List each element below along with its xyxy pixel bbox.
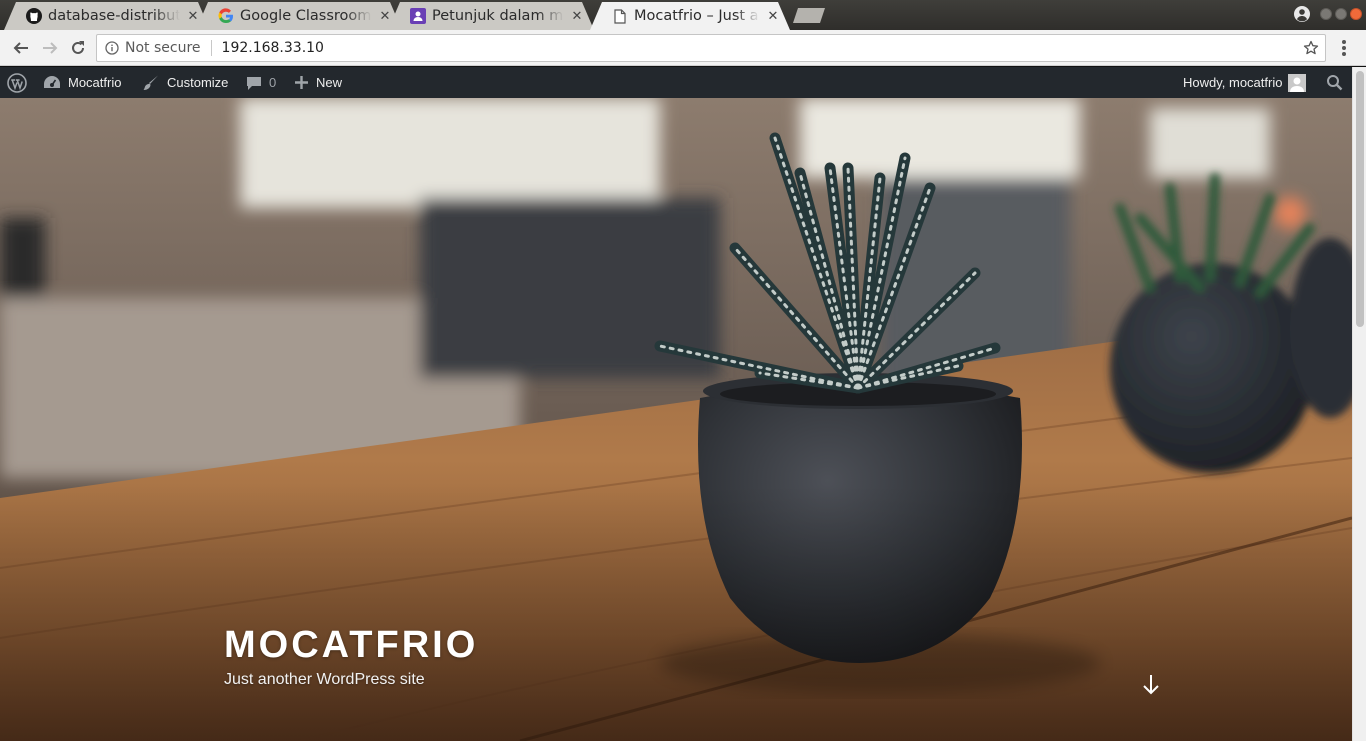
browser-toolbar: Not secure 192.168.33.10 — [0, 30, 1366, 66]
close-icon[interactable]: ✕ — [766, 9, 780, 24]
url-text[interactable]: 192.168.33.10 — [222, 40, 324, 56]
back-button[interactable] — [11, 38, 31, 58]
new-content-menu[interactable]: New — [294, 67, 342, 98]
info-icon[interactable] — [105, 41, 119, 55]
wordpress-logo-button[interactable] — [7, 67, 27, 98]
tab-title: Petunjuk dalam menggunakan — [432, 8, 564, 24]
security-label[interactable]: Not secure — [125, 40, 201, 56]
divider — [210, 40, 212, 56]
reload-icon — [72, 41, 84, 54]
arrow-down-icon[interactable] — [1141, 674, 1161, 696]
arrow-left-icon — [13, 42, 28, 54]
new-tab-button[interactable] — [793, 8, 825, 23]
paintbrush-icon — [143, 75, 158, 90]
site-name-label: Mocatfrio — [68, 75, 122, 90]
my-account-menu[interactable]: Howdy, mocatfrio — [1183, 67, 1307, 98]
tab-mocatfrio[interactable]: Mocatfrio – Just another WordPress site … — [590, 2, 790, 30]
page-icon — [612, 8, 628, 24]
plus-icon — [295, 76, 308, 89]
customize-link[interactable]: Customize — [142, 67, 228, 98]
browser-menu-icon[interactable] — [1336, 39, 1352, 57]
google-icon — [218, 8, 234, 24]
address-bar[interactable]: Not secure 192.168.33.10 — [96, 34, 1326, 62]
wp-admin-bar: Mocatfrio Customize 0 New Howdy, mocatfr… — [0, 67, 1366, 98]
comment-icon — [247, 76, 261, 90]
tab-google-classroom[interactable]: Google Classroom | Google ✕ — [196, 2, 402, 30]
close-icon[interactable]: ✕ — [186, 9, 200, 24]
github-icon — [26, 8, 42, 24]
search-icon — [1327, 75, 1343, 91]
tab-github[interactable]: database-distributed ✕ — [4, 2, 210, 30]
close-icon[interactable]: ✕ — [570, 9, 584, 24]
classroom-icon — [410, 8, 426, 24]
tab-petunjuk[interactable]: Petunjuk dalam menggunakan ✕ — [388, 2, 594, 30]
comments-link[interactable]: 0 — [246, 67, 276, 98]
profile-icon[interactable] — [1294, 6, 1310, 22]
tab-title: database-distributed — [48, 8, 180, 24]
wordpress-icon — [7, 72, 27, 93]
dashboard-icon — [44, 75, 60, 88]
avatar — [1288, 73, 1307, 92]
tab-title: Mocatfrio – Just another WordPress site — [634, 8, 760, 24]
page-scrollbar[interactable] — [1352, 67, 1366, 741]
tab-strip: database-distributed ✕ Google Classroom … — [0, 0, 1366, 30]
close-icon[interactable]: ✕ — [378, 9, 392, 24]
new-label: New — [316, 75, 343, 90]
scrollbar-thumb[interactable] — [1356, 71, 1364, 327]
arrow-right-icon — [43, 42, 58, 54]
site-title[interactable]: MOCATFRIO — [224, 624, 478, 667]
site-name-menu[interactable]: Mocatfrio — [43, 67, 121, 98]
reload-button[interactable] — [68, 38, 88, 58]
minimize-button[interactable] — [1320, 8, 1332, 20]
close-window-button[interactable] — [1350, 8, 1362, 20]
maximize-button[interactable] — [1335, 8, 1347, 20]
customize-label: Customize — [167, 75, 229, 90]
forward-button[interactable] — [40, 38, 60, 58]
comments-count: 0 — [269, 75, 277, 90]
header-image — [0, 98, 1352, 741]
tab-title: Google Classroom | Google — [240, 8, 372, 24]
page-content: MOCATFRIO Just another WordPress site — [0, 98, 1352, 741]
search-button[interactable] — [1326, 67, 1343, 98]
howdy-label: Howdy, mocatfrio — [1183, 75, 1283, 90]
site-tagline: Just another WordPress site — [224, 671, 425, 688]
bookmark-star-icon[interactable] — [1303, 40, 1319, 56]
